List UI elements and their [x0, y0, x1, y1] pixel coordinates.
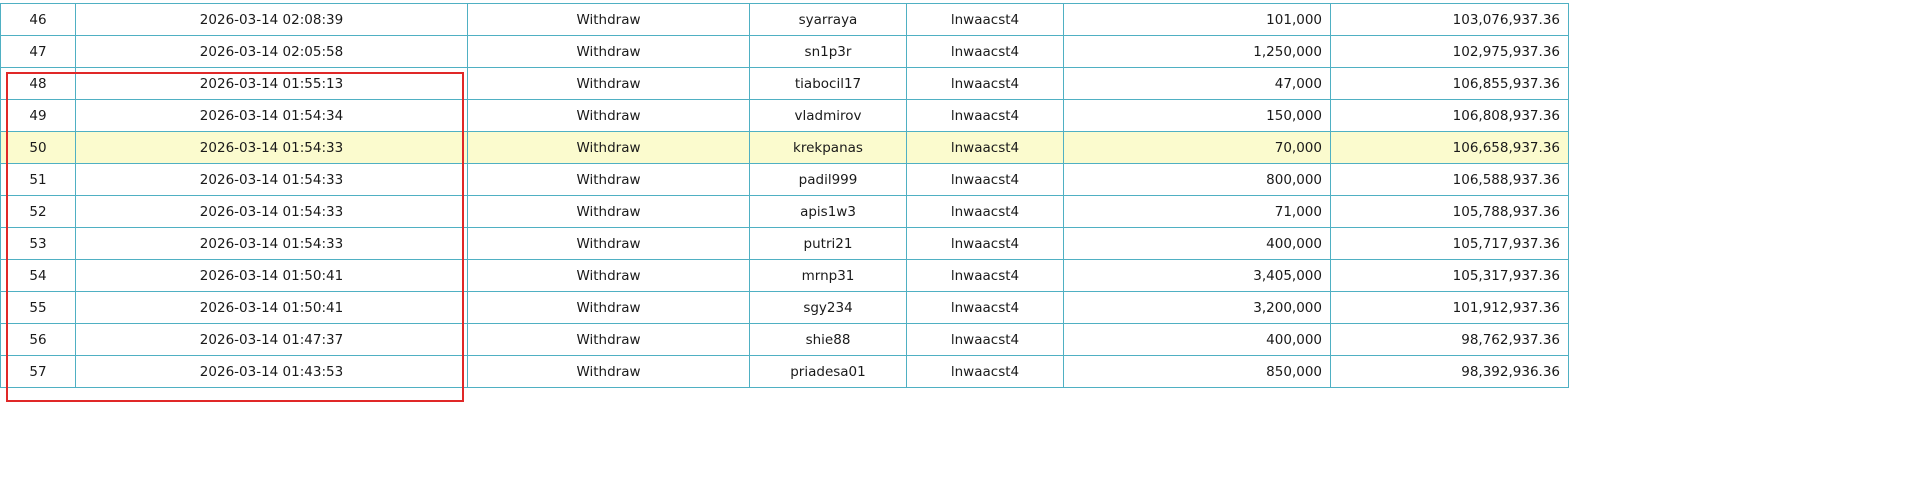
- datetime-cell: 2026-03-14 01:50:41: [75, 259, 468, 292]
- balance-cell: 98,392,936.36: [1330, 355, 1569, 388]
- type-cell: Withdraw: [467, 3, 750, 36]
- table-row[interactable]: 48 2026-03-14 01:55:13 Withdraw tiabocil…: [0, 67, 1569, 100]
- datetime-cell: 2026-03-14 01:47:37: [75, 323, 468, 356]
- type-cell: Withdraw: [467, 163, 750, 196]
- datetime-cell: 2026-03-14 02:05:58: [75, 35, 468, 68]
- operator-cell: lnwaacst4: [906, 323, 1064, 356]
- amount-cell: 400,000: [1063, 227, 1331, 260]
- transaction-table: 46 2026-03-14 02:08:39 Withdraw syarraya…: [0, 3, 1569, 388]
- row-number-cell: 48: [0, 67, 76, 100]
- row-number-cell: 57: [0, 355, 76, 388]
- amount-cell: 850,000: [1063, 355, 1331, 388]
- username-cell: krekpanas: [749, 131, 907, 164]
- operator-cell: lnwaacst4: [906, 131, 1064, 164]
- type-cell: Withdraw: [467, 35, 750, 68]
- username-cell: vladmirov: [749, 99, 907, 132]
- operator-cell: lnwaacst4: [906, 227, 1064, 260]
- table-row[interactable]: 50 2026-03-14 01:54:33 Withdraw krekpana…: [0, 131, 1569, 164]
- table-row[interactable]: 54 2026-03-14 01:50:41 Withdraw mrnp31 l…: [0, 259, 1569, 292]
- table-row[interactable]: 51 2026-03-14 01:54:33 Withdraw padil999…: [0, 163, 1569, 196]
- table-row[interactable]: 49 2026-03-14 01:54:34 Withdraw vladmiro…: [0, 99, 1569, 132]
- balance-cell: 106,588,937.36: [1330, 163, 1569, 196]
- username-cell: syarraya: [749, 3, 907, 36]
- operator-cell: lnwaacst4: [906, 259, 1064, 292]
- username-cell: sgy234: [749, 291, 907, 324]
- type-cell: Withdraw: [467, 99, 750, 132]
- table-row[interactable]: 47 2026-03-14 02:05:58 Withdraw sn1p3r l…: [0, 35, 1569, 68]
- type-cell: Withdraw: [467, 323, 750, 356]
- balance-cell: 106,658,937.36: [1330, 131, 1569, 164]
- username-cell: padil999: [749, 163, 907, 196]
- table-row[interactable]: 57 2026-03-14 01:43:53 Withdraw priadesa…: [0, 355, 1569, 388]
- table-row[interactable]: 52 2026-03-14 01:54:33 Withdraw apis1w3 …: [0, 195, 1569, 228]
- datetime-cell: 2026-03-14 02:08:39: [75, 3, 468, 36]
- row-number-cell: 49: [0, 99, 76, 132]
- datetime-cell: 2026-03-14 01:55:13: [75, 67, 468, 100]
- username-cell: priadesa01: [749, 355, 907, 388]
- datetime-cell: 2026-03-14 01:54:33: [75, 227, 468, 260]
- row-number-cell: 50: [0, 131, 76, 164]
- transaction-table-body: 46 2026-03-14 02:08:39 Withdraw syarraya…: [0, 3, 1569, 388]
- datetime-cell: 2026-03-14 01:54:33: [75, 195, 468, 228]
- operator-cell: lnwaacst4: [906, 291, 1064, 324]
- balance-cell: 105,317,937.36: [1330, 259, 1569, 292]
- username-cell: apis1w3: [749, 195, 907, 228]
- balance-cell: 106,808,937.36: [1330, 99, 1569, 132]
- operator-cell: lnwaacst4: [906, 67, 1064, 100]
- datetime-cell: 2026-03-14 01:54:34: [75, 99, 468, 132]
- row-number-cell: 51: [0, 163, 76, 196]
- type-cell: Withdraw: [467, 131, 750, 164]
- balance-cell: 105,717,937.36: [1330, 227, 1569, 260]
- balance-cell: 103,076,937.36: [1330, 3, 1569, 36]
- amount-cell: 1,250,000: [1063, 35, 1331, 68]
- type-cell: Withdraw: [467, 227, 750, 260]
- row-number-cell: 56: [0, 323, 76, 356]
- row-number-cell: 47: [0, 35, 76, 68]
- datetime-cell: 2026-03-14 01:43:53: [75, 355, 468, 388]
- table-row[interactable]: 56 2026-03-14 01:47:37 Withdraw shie88 l…: [0, 323, 1569, 356]
- amount-cell: 71,000: [1063, 195, 1331, 228]
- username-cell: sn1p3r: [749, 35, 907, 68]
- amount-cell: 101,000: [1063, 3, 1331, 36]
- operator-cell: lnwaacst4: [906, 355, 1064, 388]
- amount-cell: 3,405,000: [1063, 259, 1331, 292]
- operator-cell: lnwaacst4: [906, 35, 1064, 68]
- operator-cell: lnwaacst4: [906, 3, 1064, 36]
- balance-cell: 106,855,937.36: [1330, 67, 1569, 100]
- amount-cell: 47,000: [1063, 67, 1331, 100]
- amount-cell: 400,000: [1063, 323, 1331, 356]
- table-row[interactable]: 53 2026-03-14 01:54:33 Withdraw putri21 …: [0, 227, 1569, 260]
- row-number-cell: 52: [0, 195, 76, 228]
- row-number-cell: 55: [0, 291, 76, 324]
- username-cell: shie88: [749, 323, 907, 356]
- operator-cell: lnwaacst4: [906, 195, 1064, 228]
- balance-cell: 101,912,937.36: [1330, 291, 1569, 324]
- type-cell: Withdraw: [467, 195, 750, 228]
- type-cell: Withdraw: [467, 259, 750, 292]
- datetime-cell: 2026-03-14 01:54:33: [75, 163, 468, 196]
- type-cell: Withdraw: [467, 355, 750, 388]
- amount-cell: 150,000: [1063, 99, 1331, 132]
- amount-cell: 3,200,000: [1063, 291, 1331, 324]
- row-number-cell: 53: [0, 227, 76, 260]
- username-cell: mrnp31: [749, 259, 907, 292]
- row-number-cell: 54: [0, 259, 76, 292]
- operator-cell: lnwaacst4: [906, 163, 1064, 196]
- row-number-cell: 46: [0, 3, 76, 36]
- datetime-cell: 2026-03-14 01:54:33: [75, 131, 468, 164]
- balance-cell: 105,788,937.36: [1330, 195, 1569, 228]
- table-row[interactable]: 55 2026-03-14 01:50:41 Withdraw sgy234 l…: [0, 291, 1569, 324]
- username-cell: tiabocil17: [749, 67, 907, 100]
- type-cell: Withdraw: [467, 291, 750, 324]
- operator-cell: lnwaacst4: [906, 99, 1064, 132]
- amount-cell: 800,000: [1063, 163, 1331, 196]
- amount-cell: 70,000: [1063, 131, 1331, 164]
- type-cell: Withdraw: [467, 67, 750, 100]
- datetime-cell: 2026-03-14 01:50:41: [75, 291, 468, 324]
- table-row[interactable]: 46 2026-03-14 02:08:39 Withdraw syarraya…: [0, 3, 1569, 36]
- username-cell: putri21: [749, 227, 907, 260]
- balance-cell: 102,975,937.36: [1330, 35, 1569, 68]
- balance-cell: 98,762,937.36: [1330, 323, 1569, 356]
